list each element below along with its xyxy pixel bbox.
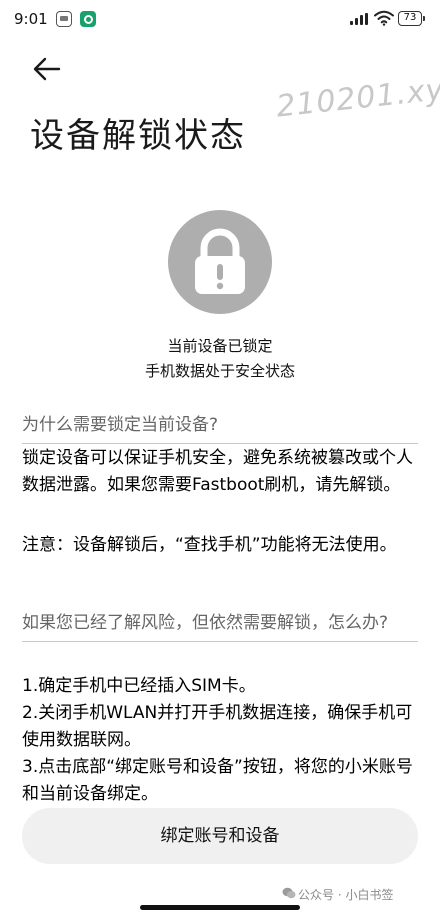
status-time: 9:01 [14,10,48,28]
battery-icon: 73 [398,11,425,26]
lock-status-text: 当前设备已锁定 [167,337,273,355]
credit-text: 公众号 · 小白书签 [298,888,394,902]
bind-account-and-device-button[interactable]: 绑定账号和设备 [22,808,418,864]
arrow-left-icon [33,57,61,81]
page-title: 设备解锁状态 [30,116,246,156]
unlock-note: 注意：设备解锁后，“查找手机”功能将无法使用。 [22,535,397,555]
signal-icon [350,13,370,25]
device-unlock-status-page: 9:01 73 设备解锁状态 210201.xyz 当前设备已锁定 手机数据处于… [0,0,440,916]
wifi-icon [374,10,394,26]
how-to-unlock-heading: 如果您已经了解风险，但依然需要解锁，怎么办? [22,609,418,642]
unlock-step-1: 1.确定手机中已经插入SIM卡。 [22,676,256,696]
watermark: 210201.xyz [274,70,440,125]
lock-status-subtext: 手机数据处于安全状态 [144,362,295,380]
why-lock-heading: 为什么需要锁定当前设备? [22,411,418,444]
why-lock-paragraph: 锁定设备可以保证手机安全，避免系统被篡改或个人数据泄露。如果您需要Fastboo… [22,448,413,495]
back-button[interactable] [32,56,62,82]
padlock-icon [195,228,245,294]
status-bar: 9:01 73 [0,0,440,40]
notification-app-icon [56,11,72,27]
home-indicator[interactable] [140,905,300,910]
lock-badge [168,210,272,314]
notification-app-icon [80,11,96,27]
unlock-step-3: 3.点击底部“绑定账号和设备”按钮，将您的小米账号和当前设备绑定。 [22,757,413,804]
wechat-icon [282,887,296,899]
unlock-step-2: 2.关闭手机WLAN并打开手机数据连接，确保手机可使用数据联网。 [22,703,413,750]
